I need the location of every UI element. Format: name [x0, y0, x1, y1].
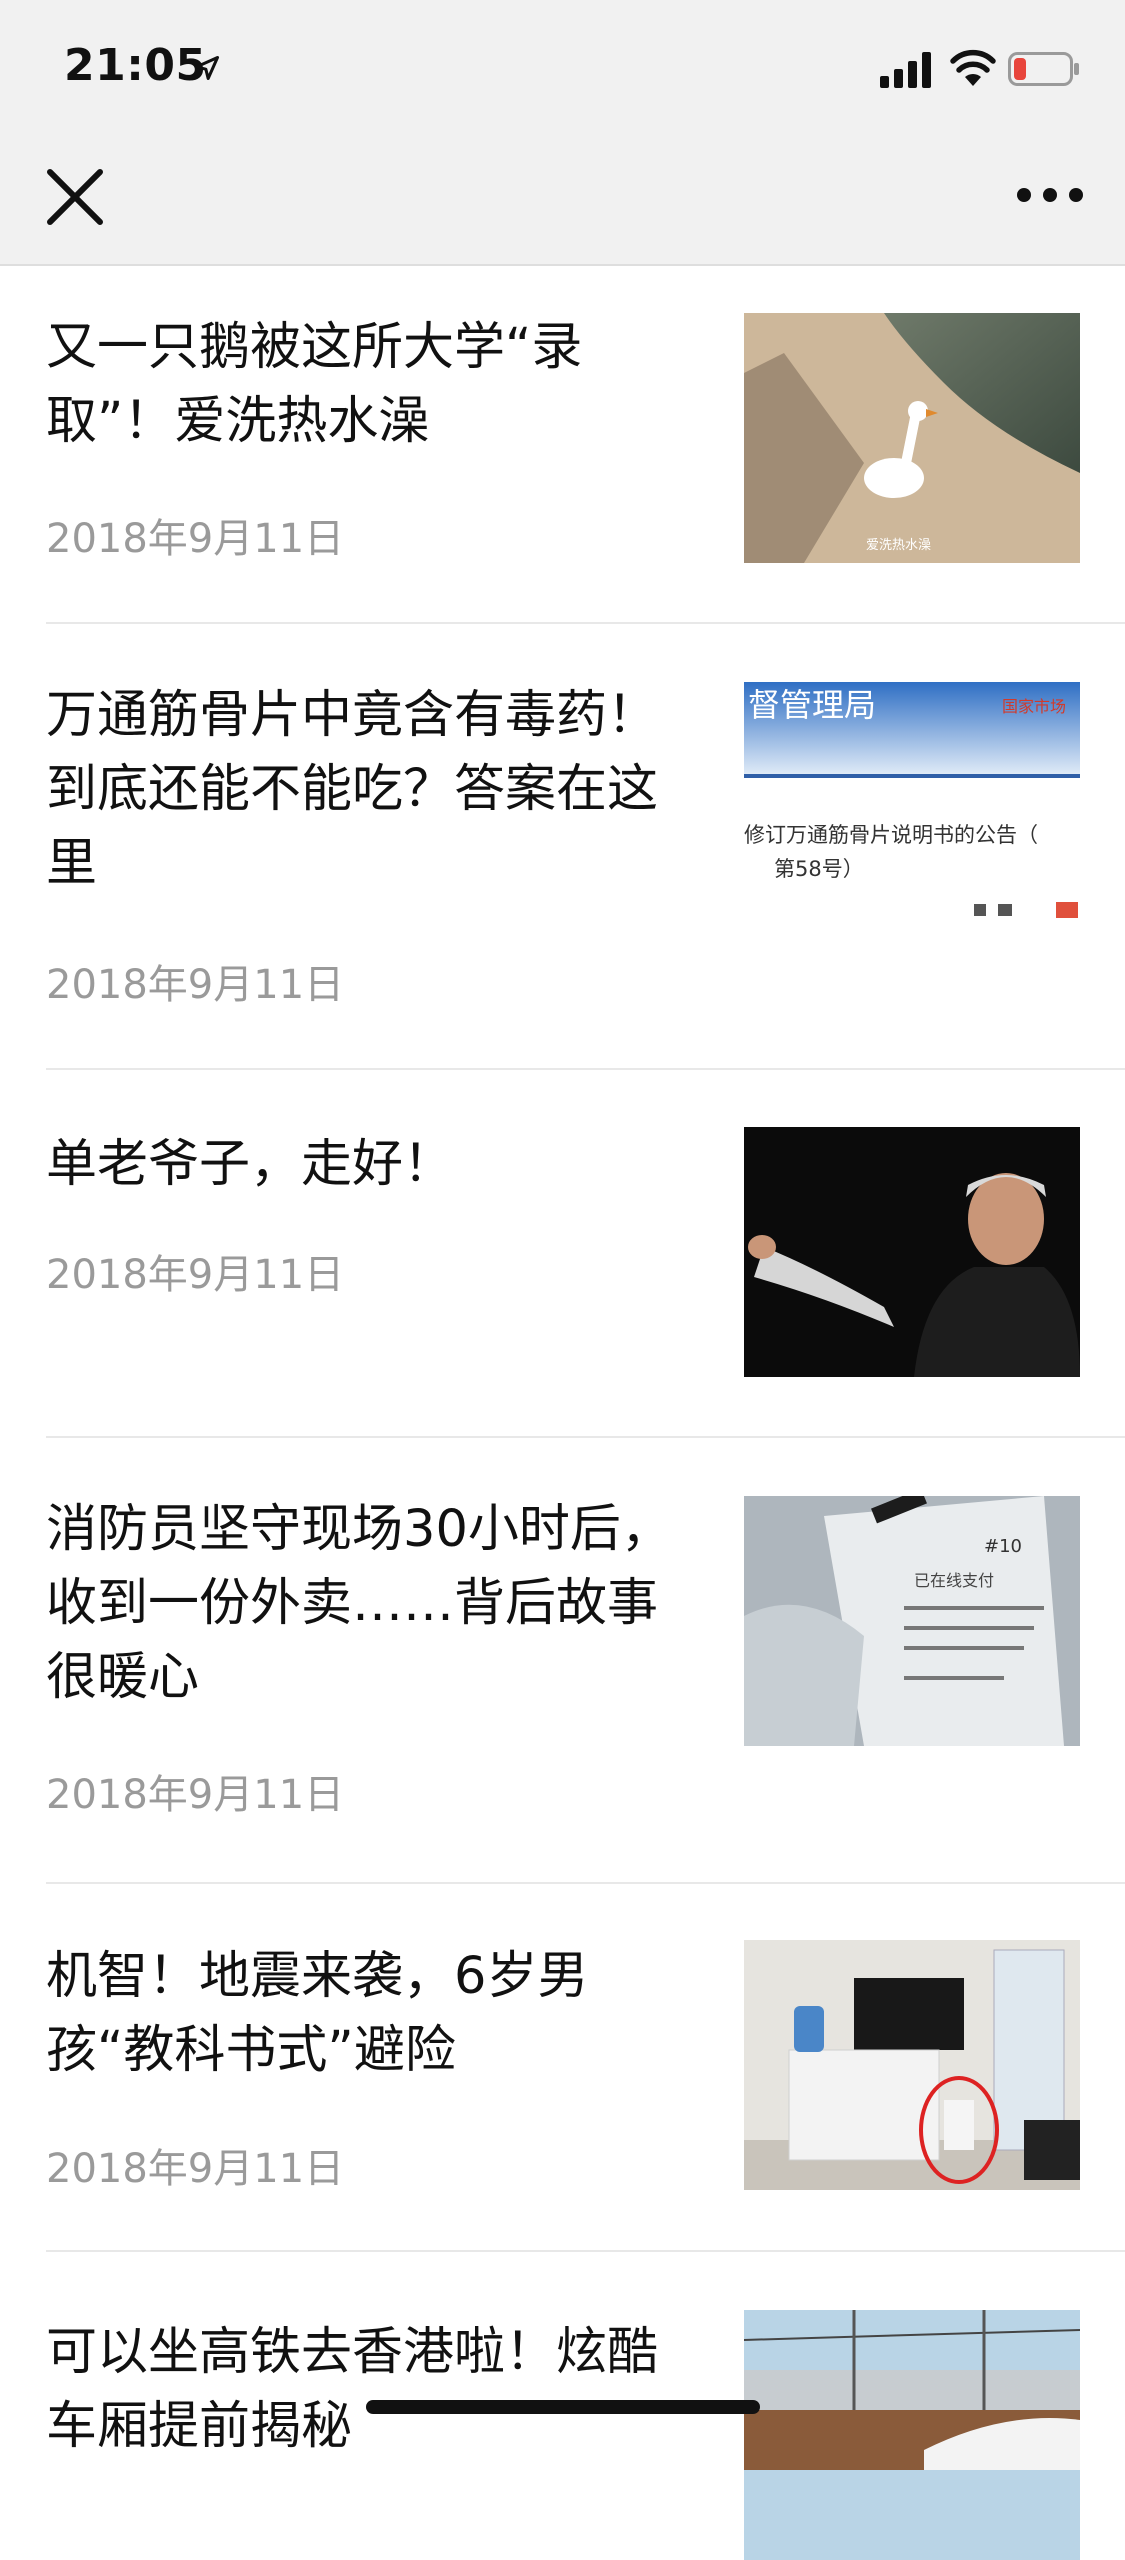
location-arrow-icon: [194, 55, 220, 81]
thumb-header-right: 国家市场: [1002, 697, 1066, 716]
top-bar: 21:05: [0, 0, 1125, 266]
article-item[interactable]: 又一只鹅被这所大学“录取”！爱洗热水澡 2018年9月11日 爱洗热水澡: [0, 266, 1125, 624]
article-date: 2018年9月11日: [46, 962, 345, 1008]
article-item[interactable]: 万通筋骨片中竟含有毒药！到底还能不能吃？答案在这里 2018年9月11日 督管理…: [0, 624, 1125, 1070]
thumb-caption: 爱洗热水澡: [866, 538, 931, 553]
battery-low-icon: [1008, 52, 1079, 86]
article-title: 消防员坚守现场30小时后，收到一份外卖……背后故事很暖心: [46, 1500, 672, 1707]
article-date: 2018年9月11日: [46, 1252, 345, 1298]
article-date: 2018年9月11日: [46, 516, 345, 562]
article-date: 2018年9月11日: [46, 1772, 345, 1818]
wifi-icon: [950, 49, 996, 86]
signal-icon: [880, 52, 931, 88]
article-item[interactable]: 单老爷子，走好！ 2018年9月11日: [0, 1070, 1125, 1438]
status-time: 21:05: [64, 40, 207, 91]
thumb-notice-text: 修订万通筋骨片说明书的公告（: [744, 823, 1038, 847]
article-date: 2018年9月11日: [46, 2146, 345, 2192]
article-title: 万通筋骨片中竟含有毒药！到底还能不能吃？答案在这里: [46, 686, 659, 893]
thumb-receipt-paid: 已在线支付: [914, 1571, 994, 1590]
article-title: 单老爷子，走好！: [46, 1135, 455, 1194]
article-title: 机智！地震来袭，6岁男孩“教科书式”避险: [46, 1947, 589, 2080]
article-title: 又一只鹅被这所大学“录取”！爱洗热水澡: [46, 318, 583, 451]
more-options-button[interactable]: [1016, 180, 1084, 210]
close-button[interactable]: [44, 166, 106, 228]
article-thumbnail-goose: 爱洗热水澡: [744, 313, 1080, 563]
home-indicator[interactable]: [366, 2400, 760, 2414]
thumb-receipt-number: #10: [984, 1536, 1022, 1557]
article-title: 可以坐高铁去香港啦！炫酷车厢提前揭秘: [46, 2323, 659, 2456]
article-item[interactable]: 机智！地震来袭，6岁男孩“教科书式”避险 2018年9月11日: [0, 1884, 1125, 2252]
article-thumbnail-portrait: [744, 1127, 1080, 1377]
article-item[interactable]: 消防员坚守现场30小时后，收到一份外卖……背后故事很暖心 2018年9月11日 …: [0, 1438, 1125, 1884]
article-thumbnail-notice: 督管理局 国家市场 修订万通筋骨片说明书的公告（ 第58号）: [744, 682, 1080, 932]
article-thumbnail-train: [744, 2310, 1080, 2560]
thumb-notice-number: 第58号）: [774, 857, 864, 881]
thumb-header-text: 督管理局: [748, 686, 876, 724]
article-thumbnail-receipt: #10 已在线支付: [744, 1496, 1080, 1746]
article-thumbnail-cctv: [744, 1940, 1080, 2190]
